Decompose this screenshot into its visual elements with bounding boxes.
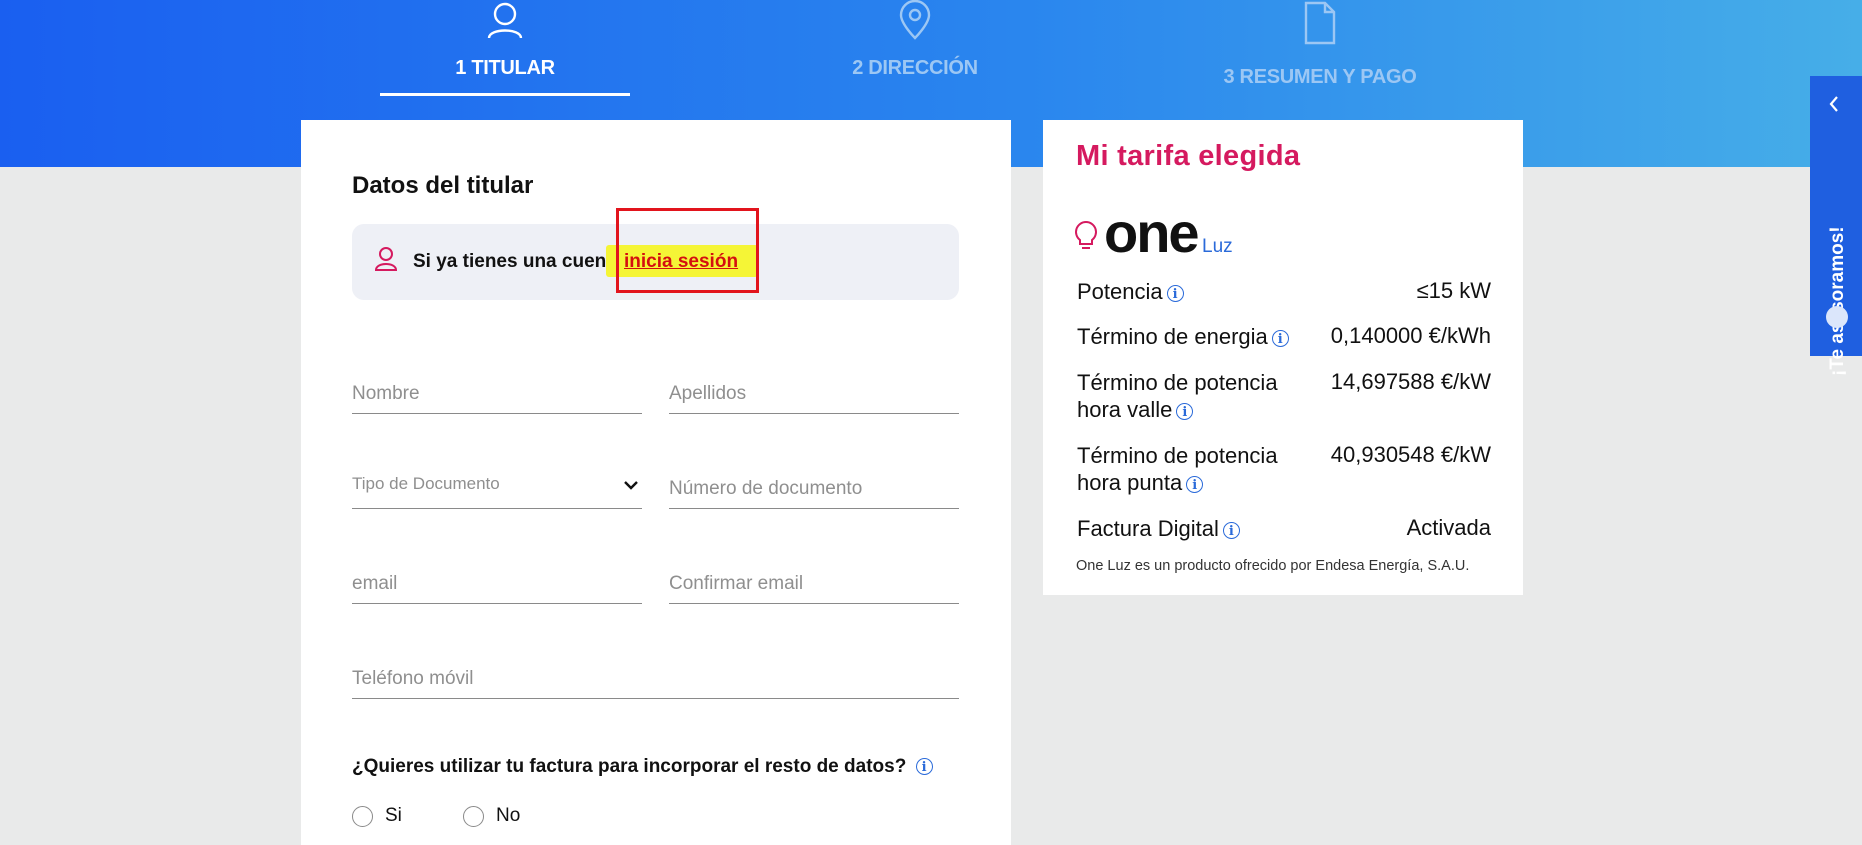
tariff-row-energia: Término de energia i 0,140000 €/kWh [1077,323,1491,353]
tariff-row-potencia: Potencia i ≤15 kW [1077,278,1491,308]
row-value: Activada [1406,515,1491,540]
info-icon[interactable]: i [1186,475,1204,493]
info-icon[interactable]: i [1222,521,1240,539]
radio-label: Si [385,805,402,826]
row-label: Término de potencia hora punta [1077,443,1278,495]
phone-field[interactable] [352,653,959,699]
brand-name: one [1104,201,1200,264]
step-label: 1 TITULAR [455,57,555,79]
advisor-side-tab[interactable]: ¡Te asesoramos! [1810,76,1862,376]
row-value: ≤15 kW [1416,278,1491,303]
apellidos-input[interactable] [669,383,959,405]
info-icon[interactable]: i [1166,284,1184,302]
row-value: 14,697588 €/kW [1330,369,1491,394]
nombre-input[interactable] [352,383,642,405]
user-icon [487,2,523,39]
document-number-input[interactable] [669,478,959,500]
step-label: 2 DIRECCIÓN [852,57,978,79]
active-step-underline [380,93,630,96]
apellidos-field[interactable] [669,368,959,414]
lightbulb-icon [1075,220,1097,249]
confirm-email-field[interactable] [669,558,959,604]
nombre-field[interactable] [352,368,642,414]
page-title: Datos del titular [352,172,534,199]
radio-label: No [496,805,521,826]
email-input[interactable] [352,573,642,595]
phone-input[interactable] [352,668,959,690]
info-icon[interactable]: i [915,758,933,776]
phone-icon[interactable] [1826,306,1848,328]
advisor-label: ¡Te asesoramos! [1827,226,1848,376]
info-icon[interactable]: i [1176,402,1194,420]
chevron-left-icon[interactable] [1828,95,1840,113]
invoice-question: ¿Quieres utilizar tu factura para incorp… [352,756,933,778]
row-label: Término de energia [1077,324,1268,349]
row-value: 40,930548 €/kW [1330,442,1491,467]
document-type-select[interactable]: Tipo de Documento [352,463,642,509]
chevron-down-icon [624,481,638,490]
step-resumen-pago[interactable]: 3 RESUMEN Y PAGO [1220,0,1420,89]
user-icon [374,247,398,271]
radio-circle[interactable] [463,805,484,827]
brand-subtitle: Luz [1202,236,1233,257]
login-prompt: Si ya tienes una cuenta [413,251,624,272]
document-icon [1304,1,1336,45]
tariff-row-potencia-punta: Término de potencia hora punta i 40,93054… [1077,442,1491,498]
tariff-row-factura: Factura Digital i Activada [1077,515,1491,545]
row-label: Factura Digital [1077,516,1219,541]
info-icon[interactable]: i [1271,329,1289,347]
radio-si[interactable]: Si [352,805,402,827]
radio-circle[interactable] [352,805,373,827]
row-label: Potencia [1077,279,1163,304]
location-pin-icon [899,0,931,40]
row-value: 0,140000 €/kWh [1330,323,1491,348]
document-type-placeholder: Tipo de Documento [352,474,500,493]
step-label: 3 RESUMEN Y PAGO [1223,66,1417,88]
confirm-email-input[interactable] [669,573,959,595]
step-titular[interactable]: 1 TITULAR [380,0,630,96]
product-disclaimer: One Luz es un producto ofrecido por Ende… [1076,558,1470,574]
tariff-row-potencia-valle: Término de potencia hora valle i 14,69758… [1077,369,1491,425]
email-field[interactable] [352,558,642,604]
step-direccion[interactable]: 2 DIRECCIÓN [820,0,1010,80]
invoice-question-text: ¿Quieres utilizar tu factura para incorp… [352,756,907,777]
tariff-title: Mi tarifa elegida [1076,140,1301,172]
annotation-box [616,208,759,293]
document-number-field[interactable] [669,463,959,509]
radio-no[interactable]: No [463,805,520,827]
